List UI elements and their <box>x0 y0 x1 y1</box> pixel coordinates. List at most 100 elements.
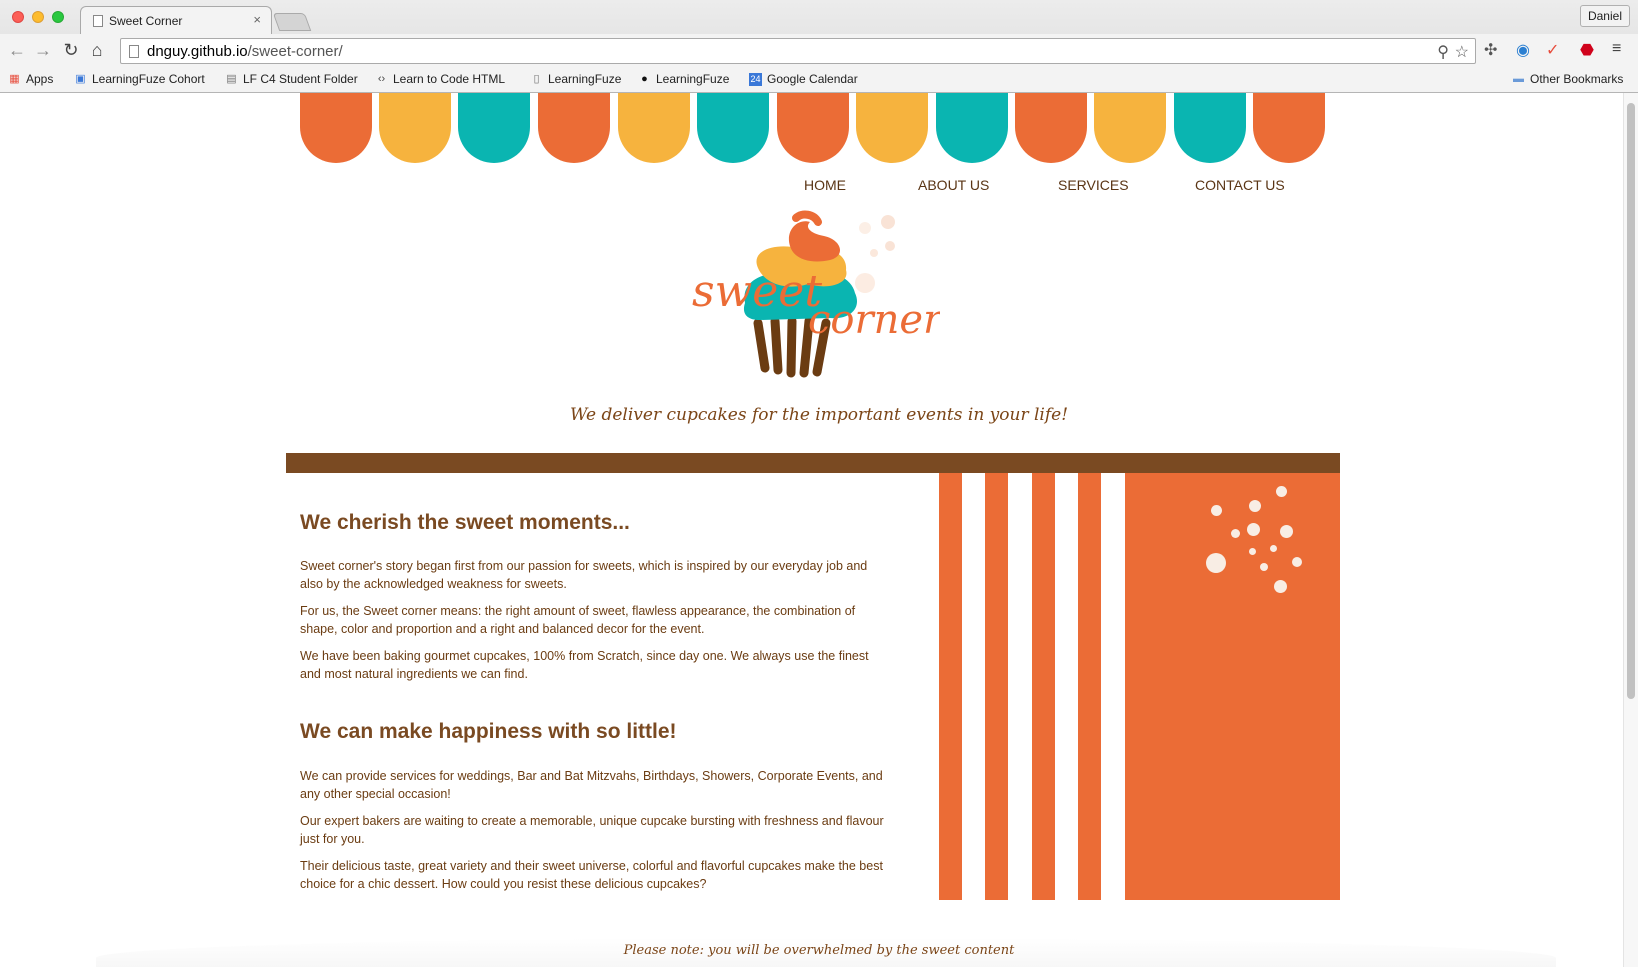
page-icon <box>93 15 103 27</box>
github-icon: ● <box>641 72 648 85</box>
forward-arrow-icon[interactable]: → <box>32 40 54 61</box>
other-bookmarks[interactable]: ▬ Other Bookmarks <box>1512 72 1623 86</box>
profile-button[interactable]: Daniel <box>1579 5 1630 27</box>
vertical-scrollbar[interactable] <box>1623 93 1638 967</box>
awning-scallop <box>856 93 928 163</box>
back-arrow-icon[interactable]: ← <box>6 40 28 61</box>
code-icon: ‹› <box>377 72 386 85</box>
menu-icon[interactable]: ≡ <box>1612 40 1621 58</box>
extension-blue-icon[interactable]: ◉ <box>1516 40 1530 60</box>
scrollbar-thumb[interactable] <box>1627 103 1635 699</box>
stripe <box>985 473 1008 900</box>
page-icon <box>129 45 139 58</box>
bookmark-apps[interactable]: ▦ Apps <box>8 72 53 86</box>
awning-scallop <box>379 93 451 163</box>
paragraph: We can provide services for weddings, Ba… <box>300 769 883 801</box>
footer-note: Please note: you will be overwhelmed by … <box>623 943 1015 958</box>
awning-scallop <box>936 93 1008 163</box>
swoosh-extension-icon[interactable]: ✓ <box>1546 40 1559 60</box>
awning-scallop <box>1253 93 1325 163</box>
folder-icon: ▬ <box>1513 72 1524 85</box>
bubble-dot <box>1249 548 1256 555</box>
apps-grid-icon: ▦ <box>9 72 20 85</box>
browser-toolbar: ← → ↻ ⌂ dnguy.github.io/sweet-corner/ ⚲ … <box>0 34 1638 68</box>
browser-chrome: Sweet Corner × Daniel ← → ↻ ⌂ dnguy.gith… <box>0 0 1638 93</box>
logo-word-corner: corner <box>808 297 940 343</box>
bubble-dot <box>1274 580 1287 593</box>
close-window-button[interactable] <box>12 11 24 23</box>
section-heading: We cherish the sweet moments... <box>300 511 630 534</box>
browser-tab[interactable]: Sweet Corner × <box>80 6 272 34</box>
stripe <box>1078 473 1101 900</box>
bookmark-label: LF C4 Student Folder <box>243 72 358 86</box>
adblock-extension-icon[interactable]: ⬣ <box>1580 40 1594 60</box>
bookmark-star-icon[interactable]: ☆ <box>1455 42 1469 62</box>
new-tab-button[interactable] <box>272 13 312 31</box>
bubble-dot <box>1249 500 1261 512</box>
home-icon[interactable]: ⌂ <box>86 40 108 61</box>
nav-services[interactable]: SERVICES <box>1058 177 1129 193</box>
bookmark-github[interactable]: ● LearningFuze <box>638 72 729 86</box>
bookmark-label: Other Bookmarks <box>1530 72 1624 86</box>
awning-scallop <box>538 93 610 163</box>
nav-about-us[interactable]: ABOUT US <box>918 177 989 193</box>
bubble-dot <box>1270 545 1277 552</box>
paragraph: We have been baking gourmet cupcakes, 10… <box>300 649 869 681</box>
bubble-dot <box>1292 557 1302 567</box>
webpage: HOME ABOUT US SERVICES CONTACT US sweet … <box>0 93 1638 967</box>
section-heading: We can make happiness with so little! <box>300 720 677 743</box>
paragraph: Our expert bakers are waiting to create … <box>300 814 884 846</box>
awning-scallop <box>1094 93 1166 163</box>
tab-strip: Sweet Corner × Daniel <box>0 0 1638 34</box>
close-tab-icon[interactable]: × <box>253 12 261 27</box>
url-path: /sweet-corner/ <box>247 43 343 60</box>
bookmark-learningfuze[interactable]: ▯ LearningFuze <box>530 72 621 86</box>
bookmark-label: Apps <box>26 72 54 86</box>
nav-home[interactable]: HOME <box>804 177 846 193</box>
sweet-corner-logo: sweet corner <box>692 210 940 378</box>
chat-icon: ▣ <box>75 72 86 85</box>
bubble-dot <box>1206 553 1226 573</box>
awning-scallop <box>1174 93 1246 163</box>
bookmark-label: Google Calendar <box>767 72 858 86</box>
paragraph: Sweet corner's story began first from ou… <box>300 559 868 591</box>
awning-scallop <box>300 93 372 163</box>
bookmark-student-folder[interactable]: ▤ LF C4 Student Folder <box>225 72 358 86</box>
puzzle-extension-icon[interactable]: ✣ <box>1484 40 1497 60</box>
paragraph: For us, the Sweet corner means: the righ… <box>300 604 856 636</box>
zoom-window-button[interactable] <box>52 11 64 23</box>
zoom-magnifier-icon[interactable]: ⚲ <box>1437 42 1449 62</box>
bookmark-label: LearningFuze <box>548 72 622 86</box>
awning-banner <box>300 93 1326 163</box>
awning-scallop <box>458 93 530 163</box>
paragraph: Their delicious taste, great variety and… <box>300 859 883 891</box>
bookmark-learn-html[interactable]: ‹› Learn to Code HTML <box>375 72 505 86</box>
bubble-dot <box>1247 523 1260 536</box>
url-host: dnguy.github.io <box>147 43 248 60</box>
minimize-window-button[interactable] <box>32 11 44 23</box>
bookmark-calendar[interactable]: 24 Google Calendar <box>749 72 858 86</box>
drive-folder-icon: ▤ <box>226 72 237 85</box>
stripe <box>1032 473 1055 900</box>
tagline: We deliver cupcakes for the important ev… <box>569 405 1069 425</box>
nav-contact-us[interactable]: CONTACT US <box>1195 177 1285 193</box>
url-text[interactable]: dnguy.github.io/sweet-corner/ <box>147 43 343 60</box>
bookmark-label: Learn to Code HTML <box>393 72 506 86</box>
tab-title: Sweet Corner <box>109 14 183 28</box>
page-icon: ▯ <box>533 72 540 85</box>
bubble-dot <box>1260 563 1268 571</box>
awning-scallop <box>1015 93 1087 163</box>
reload-icon[interactable]: ↻ <box>60 40 82 61</box>
brown-divider-bar <box>286 453 1340 473</box>
address-bar[interactable]: dnguy.github.io/sweet-corner/ ⚲ ☆ <box>120 38 1476 64</box>
bookmark-label: LearningFuze <box>656 72 730 86</box>
orange-panel <box>1125 473 1340 900</box>
bubble-dot <box>1211 505 1222 516</box>
stripe <box>939 473 962 900</box>
bubble-dot <box>1231 529 1240 538</box>
bookmark-cohort[interactable]: ▣ LearningFuze Cohort <box>74 72 204 86</box>
awning-scallop <box>618 93 690 163</box>
bubble-dot <box>1280 525 1293 538</box>
calendar-icon: 24 <box>749 72 762 86</box>
awning-scallop <box>777 93 849 163</box>
